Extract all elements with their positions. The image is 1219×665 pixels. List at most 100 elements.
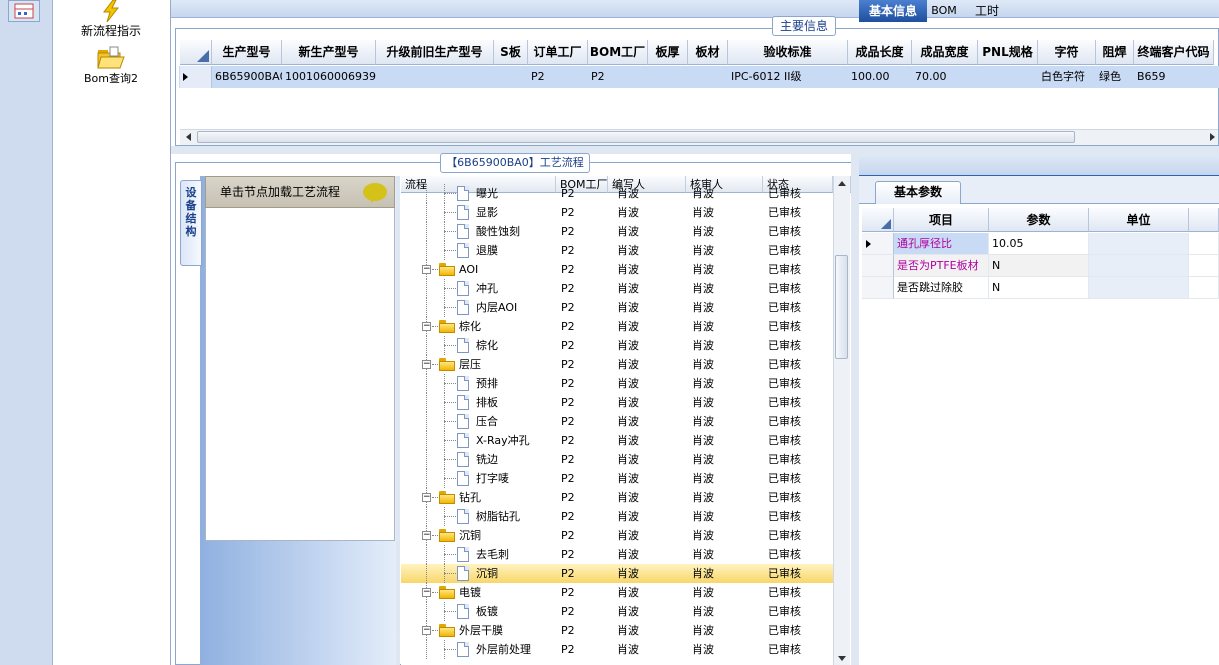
tree-row[interactable]: 预排 P2 肖波 肖波 已审核 xyxy=(401,374,833,393)
tree-row[interactable]: − 层压 P2 肖波 肖波 已审核 xyxy=(401,355,833,374)
column-header[interactable]: 订单工厂 xyxy=(528,40,588,65)
tree-row[interactable]: 板镀 P2 肖波 肖波 已审核 xyxy=(401,602,833,621)
tree-row[interactable]: 退膜 P2 肖波 肖波 已审核 xyxy=(401,241,833,260)
column-header[interactable]: PNL规格 xyxy=(978,40,1038,65)
reviewer-cell: 肖波 xyxy=(692,491,714,504)
column-header[interactable]: 项目 xyxy=(894,208,989,232)
collapse-toggle-icon[interactable]: − xyxy=(422,493,431,502)
tree-row[interactable]: 棕化 P2 肖波 肖波 已审核 xyxy=(401,336,833,355)
column-header[interactable]: 单位 xyxy=(1089,208,1189,232)
tree-row[interactable]: − 外层干膜 P2 肖波 肖波 已审核 xyxy=(401,621,833,640)
table-cell: P2 xyxy=(531,70,545,83)
tree-row[interactable]: − 棕化 P2 肖波 肖波 已审核 xyxy=(401,317,833,336)
column-header[interactable]: 验收标准 xyxy=(728,40,848,65)
splitter-bar[interactable] xyxy=(171,146,1219,154)
tree-row[interactable]: 铣边 P2 肖波 肖波 已审核 xyxy=(401,450,833,469)
scrollbar-thumb[interactable] xyxy=(835,255,848,359)
tab-bom[interactable]: BOM xyxy=(927,0,961,22)
row-header[interactable] xyxy=(862,277,894,299)
bom-factory-cell: P2 xyxy=(561,206,575,219)
folder-body xyxy=(439,627,455,637)
tree-row[interactable]: 冲孔 P2 肖波 肖波 已审核 xyxy=(401,279,833,298)
collapse-toggle-icon[interactable]: − xyxy=(422,265,431,274)
row-header[interactable] xyxy=(862,233,894,255)
row-header[interactable] xyxy=(862,255,894,277)
tree-row[interactable]: 压合 P2 肖波 肖波 已审核 xyxy=(401,412,833,431)
tree-line xyxy=(426,298,427,317)
column-header[interactable]: 板厚 xyxy=(648,40,688,65)
tree-row[interactable]: 内层AOI P2 肖波 肖波 已审核 xyxy=(401,298,833,317)
column-header[interactable]: 板材 xyxy=(688,40,728,65)
collapse-toggle-icon[interactable]: − xyxy=(422,626,431,635)
param-item-cell[interactable]: 通孔厚径比 xyxy=(894,233,989,255)
param-value-cell[interactable]: N xyxy=(989,277,1089,299)
tree-row[interactable]: X-Ray冲孔 P2 肖波 肖波 已审核 xyxy=(401,431,833,450)
tab-work-hours[interactable]: 工时 xyxy=(961,0,1013,22)
left-splitter[interactable] xyxy=(396,176,400,665)
column-header[interactable]: 新生产型号 xyxy=(282,40,376,65)
param-item-cell[interactable]: 是否为PTFE板材 xyxy=(894,255,989,277)
scrollbar-thumb[interactable] xyxy=(197,131,1075,143)
filler-cell xyxy=(1189,233,1219,255)
column-header[interactable]: 升级前旧生产型号 xyxy=(376,40,494,65)
select-all-corner[interactable] xyxy=(862,208,894,232)
select-all-corner[interactable] xyxy=(180,40,212,65)
tree-row[interactable]: − 电镀 P2 肖波 肖波 已审核 xyxy=(401,583,833,602)
param-unit-cell[interactable] xyxy=(1089,255,1189,277)
tree-row[interactable]: 曝光 P2 肖波 肖波 已审核 xyxy=(401,184,833,203)
tree-row[interactable]: − 沉铜 P2 肖波 肖波 已审核 xyxy=(401,526,833,545)
column-header[interactable]: 参数 xyxy=(989,208,1089,232)
nav-item-new-process[interactable]: 新流程指示 xyxy=(53,0,169,39)
tree-row[interactable]: 显影 P2 肖波 肖波 已审核 xyxy=(401,203,833,222)
nav-item-bom-query[interactable]: Bom查询2 xyxy=(53,46,169,86)
column-header[interactable]: S板 xyxy=(494,40,528,65)
collapse-toggle-icon[interactable]: − xyxy=(422,588,431,597)
tab-basic-params[interactable]: 基本参数 xyxy=(875,181,961,204)
tab-basic-info[interactable]: 基本信息 xyxy=(859,0,927,22)
nav-item-label: Bom查询2 xyxy=(84,72,138,85)
collapse-toggle-icon[interactable]: − xyxy=(422,531,431,540)
param-value-cell[interactable]: 10.05 xyxy=(989,233,1089,255)
tree-row[interactable]: 外层前处理 P2 肖波 肖波 已审核 xyxy=(401,640,833,659)
tree-line xyxy=(426,203,427,222)
tree-node-label: 沉铜 xyxy=(476,567,498,580)
tree-row[interactable]: 排板 P2 肖波 肖波 已审核 xyxy=(401,393,833,412)
param-unit-cell[interactable] xyxy=(1089,277,1189,299)
column-header[interactable]: 字符 xyxy=(1038,40,1096,65)
tree-row[interactable]: − 钻孔 P2 肖波 肖波 已审核 xyxy=(401,488,833,507)
tree-line xyxy=(426,412,427,431)
tree-row[interactable]: 沉铜 P2 肖波 肖波 已审核 xyxy=(401,564,833,583)
vertical-scrollbar[interactable] xyxy=(833,176,850,665)
reviewer-cell: 肖波 xyxy=(692,548,714,561)
row-header[interactable] xyxy=(180,66,212,88)
collapse-toggle-icon[interactable]: − xyxy=(422,322,431,331)
right-splitter[interactable] xyxy=(851,154,859,665)
status-cell: 已审核 xyxy=(768,358,801,371)
status-cell: 已审核 xyxy=(768,244,801,257)
column-header[interactable]: 成品长度 xyxy=(848,40,912,65)
calendar-icon[interactable] xyxy=(8,0,40,22)
column-header[interactable]: 阻焊 xyxy=(1096,40,1134,65)
writer-cell: 肖波 xyxy=(617,225,639,238)
document-icon xyxy=(457,338,469,353)
document-icon xyxy=(457,224,469,239)
tree-line xyxy=(426,279,427,298)
collapse-toggle-icon[interactable]: − xyxy=(422,360,431,369)
param-unit-cell[interactable] xyxy=(1089,233,1189,255)
column-header[interactable]: BOM工厂 xyxy=(588,40,648,65)
tree-node-label: 棕化 xyxy=(476,339,498,352)
reviewer-cell: 肖波 xyxy=(692,567,714,580)
main-info-legend: 主要信息 xyxy=(772,16,836,36)
tree-row[interactable]: − AOI P2 肖波 肖波 已审核 xyxy=(401,260,833,279)
tree-row[interactable]: 打字唛 P2 肖波 肖波 已审核 xyxy=(401,469,833,488)
reviewer-cell: 肖波 xyxy=(692,187,714,200)
tree-row[interactable]: 酸性蚀刻 P2 肖波 肖波 已审核 xyxy=(401,222,833,241)
tree-node-label: 铣边 xyxy=(476,453,498,466)
param-value-cell[interactable]: N xyxy=(989,255,1089,277)
column-header[interactable]: 生产型号 xyxy=(212,40,282,65)
tree-row[interactable]: 去毛刺 P2 肖波 肖波 已审核 xyxy=(401,545,833,564)
column-header[interactable]: 成品宽度 xyxy=(912,40,978,65)
column-header[interactable]: 终端客户代码 xyxy=(1134,40,1214,65)
tree-row[interactable]: 树脂钻孔 P2 肖波 肖波 已审核 xyxy=(401,507,833,526)
param-item-cell[interactable]: 是否跳过除胶 xyxy=(894,277,989,299)
